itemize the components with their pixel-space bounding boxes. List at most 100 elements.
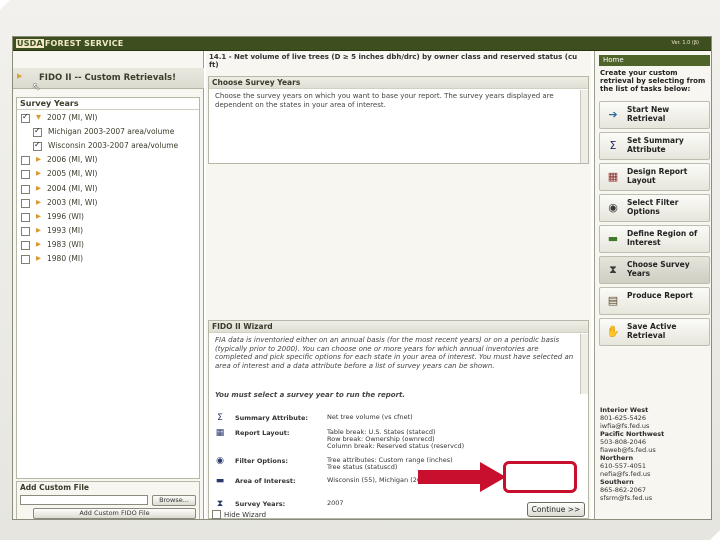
year-checkbox[interactable] bbox=[33, 126, 42, 138]
contact-line: 610-557-4051 bbox=[600, 462, 647, 470]
spacer bbox=[208, 168, 589, 257]
hide-wizard-toggle[interactable]: Hide Wizard bbox=[212, 509, 266, 519]
tree-row-label: Michigan 2003-2007 area/volume bbox=[48, 127, 175, 137]
task-label: Produce Report bbox=[627, 291, 693, 300]
survey-years-tree: Survey Years ▼ 2007 (MI, WI) Michigan 2003… bbox=[16, 97, 200, 479]
left-panel: ▶ FIDO II -- Custom Retrievals! ↖ Survey… bbox=[13, 51, 204, 519]
slide-corner bbox=[0, 0, 10, 10]
contact-line: fiaweb@fs.fed.us bbox=[600, 446, 656, 454]
expand-arrow-icon[interactable]: ▶ bbox=[36, 226, 41, 234]
task-1-button[interactable]: ➔ Start New Retrieval bbox=[599, 101, 710, 129]
expand-arrow-icon[interactable]: ▶ bbox=[36, 184, 41, 192]
hourglass-icon: ⧗ bbox=[609, 263, 617, 276]
contact-region: Northern bbox=[600, 454, 634, 462]
logo: USDA FOREST SERVICE bbox=[16, 39, 124, 48]
contact-line: nefia@fs.fed.us bbox=[600, 470, 651, 478]
task-label: Define Region of Interest bbox=[627, 229, 698, 247]
year-checkbox[interactable] bbox=[21, 156, 30, 166]
year-checkbox[interactable] bbox=[21, 170, 30, 180]
year-checkbox[interactable] bbox=[21, 212, 30, 222]
task-4-button[interactable]: ◉ Select Filter Options bbox=[599, 194, 710, 222]
home-tab[interactable]: Home bbox=[599, 55, 710, 66]
tree-row-label: 2003 (MI, WI) bbox=[47, 197, 98, 207]
start-icon: ➔ bbox=[608, 108, 618, 121]
choose-survey-years-section: Choose Survey Years Choose the survey ye… bbox=[208, 76, 589, 164]
hourglass-icon: ⧗ bbox=[216, 499, 224, 509]
middle-panel: 14.1 - Net volume of live trees (D ≥ 5 i… bbox=[206, 51, 591, 519]
summary-value: Table break: U.S. States (statecd) Row br… bbox=[327, 428, 465, 450]
year-checkbox[interactable] bbox=[21, 198, 30, 208]
task-6-button[interactable]: ⧗ Choose Survey Years bbox=[599, 256, 710, 284]
filter-icon: ◉ bbox=[608, 201, 618, 214]
expand-arrow-icon[interactable]: ▶ bbox=[36, 240, 41, 248]
report-icon: ▤ bbox=[607, 294, 619, 307]
task-intro: Create your custom retrieval by selectin… bbox=[600, 69, 706, 93]
tree-row-label: Wisconsin 2003-2007 area/volume bbox=[48, 141, 179, 151]
expand-arrow-icon[interactable]: ▶ bbox=[17, 72, 22, 80]
year-checkbox[interactable] bbox=[21, 240, 30, 250]
expand-arrow-icon[interactable]: ▶ bbox=[36, 155, 41, 163]
file-path-input[interactable] bbox=[20, 495, 148, 505]
add-custom-file-button[interactable]: Add Custom FIDO File bbox=[33, 508, 196, 519]
sigma-icon: Σ bbox=[217, 413, 223, 423]
tree-row-label: 1993 (MI) bbox=[47, 225, 84, 235]
task-8-button[interactable]: ✋ Save Active Retrieval bbox=[599, 318, 710, 346]
layout-icon: ▦ bbox=[607, 170, 619, 183]
summary-label: Survey Years: bbox=[235, 500, 286, 508]
mouse-cursor-icon: ↖ bbox=[32, 82, 41, 93]
year-checkbox[interactable] bbox=[21, 184, 30, 194]
callout-arrow-icon bbox=[418, 462, 506, 492]
year-checkbox[interactable] bbox=[21, 226, 30, 236]
filter-icon: ◉ bbox=[216, 456, 224, 466]
summary-label: Filter Options: bbox=[235, 457, 288, 465]
expand-arrow-icon[interactable]: ▶ bbox=[36, 254, 41, 262]
year-checkbox[interactable] bbox=[21, 112, 30, 123]
contact-line: 865-862-2067 bbox=[600, 486, 647, 494]
choose-section-title: Choose Survey Years bbox=[209, 77, 588, 89]
tree-row-label: 1983 (WI) bbox=[47, 239, 84, 249]
tree-header: Survey Years bbox=[17, 98, 199, 110]
expand-arrow-icon[interactable]: ▶ bbox=[36, 169, 41, 177]
year-checkbox[interactable] bbox=[33, 140, 42, 152]
summary-label: Area of Interest: bbox=[235, 477, 296, 485]
year-checkbox[interactable] bbox=[21, 255, 30, 264]
hide-wizard-label: Hide Wizard bbox=[224, 511, 267, 519]
collapse-arrow-icon[interactable]: ▼ bbox=[36, 113, 41, 121]
expand-arrow-icon[interactable]: ▶ bbox=[36, 212, 41, 220]
summary-row: Σ Summary Attribute: Net tree volume (vs c… bbox=[213, 413, 583, 427]
task-5-button[interactable]: ▬ Define Region of Interest bbox=[599, 225, 710, 253]
summary-row: ▦ Report Layout: Table break: U.S. States … bbox=[213, 428, 583, 450]
continue-button[interactable]: Continue >> bbox=[527, 502, 585, 517]
tree-row-label: 2007 (MI, WI) bbox=[47, 113, 98, 122]
slide-corner bbox=[710, 530, 720, 540]
wizard-must-select: You must select a survey year to run the… bbox=[215, 391, 406, 399]
task-label: Start New Retrieval bbox=[627, 105, 670, 123]
task-label: Set Summary Attribute bbox=[627, 136, 684, 154]
header-bar: USDA FOREST SERVICE Ver. 1.0 (β) bbox=[13, 37, 711, 51]
task-label: Design Report Layout bbox=[627, 167, 688, 185]
hide-wizard-checkbox[interactable] bbox=[212, 510, 221, 519]
handshake-icon: ✋ bbox=[606, 325, 620, 338]
tree-row-label: 1980 (MI) bbox=[47, 254, 84, 263]
scrollbar[interactable] bbox=[580, 90, 588, 163]
report-title: 14.1 - Net volume of live trees (D ≥ 5 i… bbox=[209, 53, 578, 69]
task-3-button[interactable]: ▦ Design Report Layout bbox=[599, 163, 710, 191]
contact-region: Interior West bbox=[600, 406, 649, 414]
continue-highlight bbox=[503, 461, 577, 493]
scrollbar[interactable] bbox=[580, 334, 588, 394]
task-7-button[interactable]: ▤ Produce Report bbox=[599, 287, 710, 315]
tree-row-label: 1996 (WI) bbox=[47, 211, 84, 221]
task-label: Choose Survey Years bbox=[627, 260, 690, 278]
task-2-button[interactable]: Σ Set Summary Attribute bbox=[599, 132, 710, 160]
task-label: Select Filter Options bbox=[627, 198, 679, 216]
version-label: Ver. 1.0 (β) bbox=[671, 40, 699, 46]
browse-button[interactable]: Browse... bbox=[152, 495, 196, 506]
contact-line: iwfia@fs.fed.us bbox=[600, 422, 650, 430]
slide-background: USDA FOREST SERVICE Ver. 1.0 (β) ▶ FIDO I… bbox=[0, 0, 720, 540]
task-label: Save Active Retrieval bbox=[627, 322, 677, 340]
wizard-title: FIDO II Wizard bbox=[209, 321, 588, 333]
expand-arrow-icon[interactable]: ▶ bbox=[36, 198, 41, 206]
contact-line: 801-625-5426 bbox=[600, 414, 647, 422]
contact-line: sfsrm@fs.fed.us bbox=[600, 494, 653, 502]
contact-line: 503-808-2046 bbox=[600, 438, 647, 446]
